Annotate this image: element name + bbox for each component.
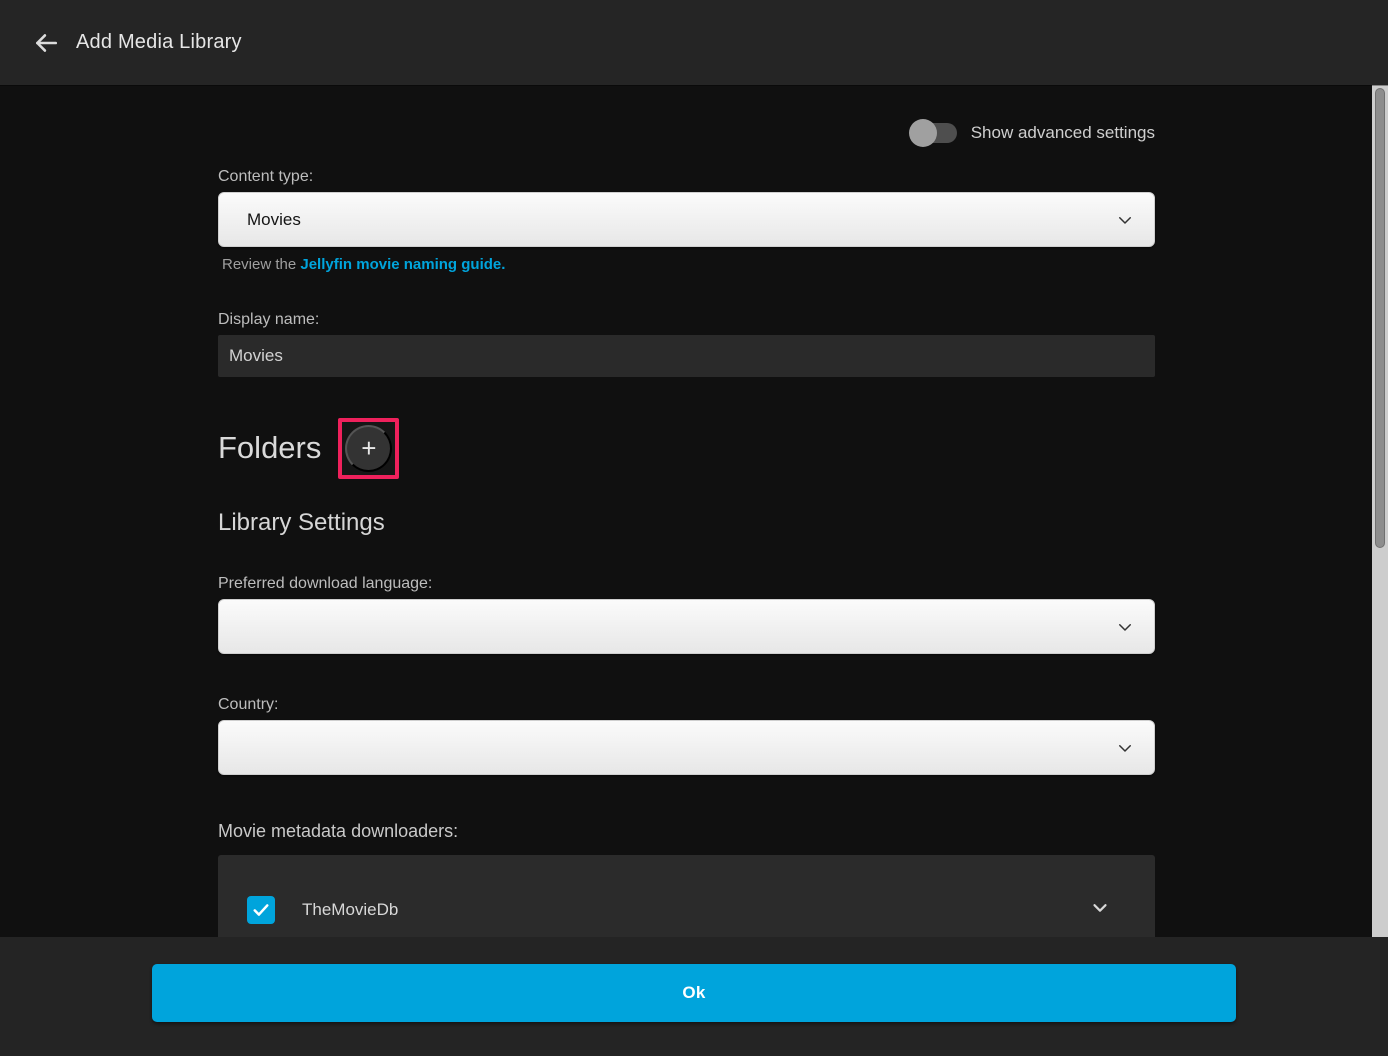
chevron-down-icon[interactable] [1089, 897, 1111, 919]
folders-section-header: Folders + [218, 417, 1155, 479]
check-icon [251, 900, 271, 920]
arrow-left-icon [33, 30, 59, 56]
chevron-down-icon [1116, 211, 1134, 229]
country-label: Country: [218, 696, 1155, 714]
advanced-settings-label: Show advanced settings [971, 123, 1155, 143]
page-title: Add Media Library [76, 31, 242, 54]
naming-guide-prefix: Review the [222, 256, 300, 273]
naming-guide-link[interactable]: Jellyfin movie naming guide [300, 256, 501, 273]
chevron-down-icon [1116, 618, 1134, 636]
folders-heading: Folders [218, 430, 321, 466]
scrollbar-track[interactable] [1372, 85, 1388, 937]
add-folder-button[interactable]: + [345, 425, 392, 472]
content-type-label: Content type: [218, 168, 1155, 186]
country-select[interactable] [218, 720, 1155, 775]
display-name-input[interactable] [218, 335, 1155, 377]
back-button[interactable] [24, 21, 68, 65]
metadata-downloader-item: TheMovieDb [218, 855, 1155, 937]
display-name-label: Display name: [218, 311, 1155, 329]
preferred-language-label: Preferred download language: [218, 575, 1155, 593]
app-header: Add Media Library [0, 0, 1388, 85]
advanced-settings-toggle[interactable] [909, 122, 957, 144]
themoviedb-checkbox[interactable] [247, 896, 275, 924]
toggle-knob [909, 119, 937, 147]
chevron-down-icon [1116, 739, 1134, 757]
content-type-value: Movies [247, 210, 301, 230]
form-footer: Ok [0, 937, 1388, 1056]
preferred-language-select[interactable] [218, 599, 1155, 654]
metadata-downloaders-label: Movie metadata downloaders: [218, 821, 458, 841]
add-library-form: Show advanced settings Content type: Mov… [218, 85, 1155, 937]
content-type-select[interactable]: Movies [218, 192, 1155, 247]
naming-guide-suffix: . [501, 256, 505, 273]
add-folder-focus-ring: + [338, 418, 399, 479]
ok-button[interactable]: Ok [152, 964, 1236, 1022]
scrollbar-thumb[interactable] [1375, 88, 1385, 548]
naming-guide-help: Review the Jellyfin movie naming guide. [222, 256, 1155, 273]
plus-icon: + [361, 435, 376, 461]
scroll-view[interactable]: Show advanced settings Content type: Mov… [0, 85, 1388, 937]
advanced-settings-row: Show advanced settings [218, 118, 1155, 148]
library-settings-heading: Library Settings [218, 509, 1155, 537]
metadata-downloader-name: TheMovieDb [302, 900, 398, 920]
